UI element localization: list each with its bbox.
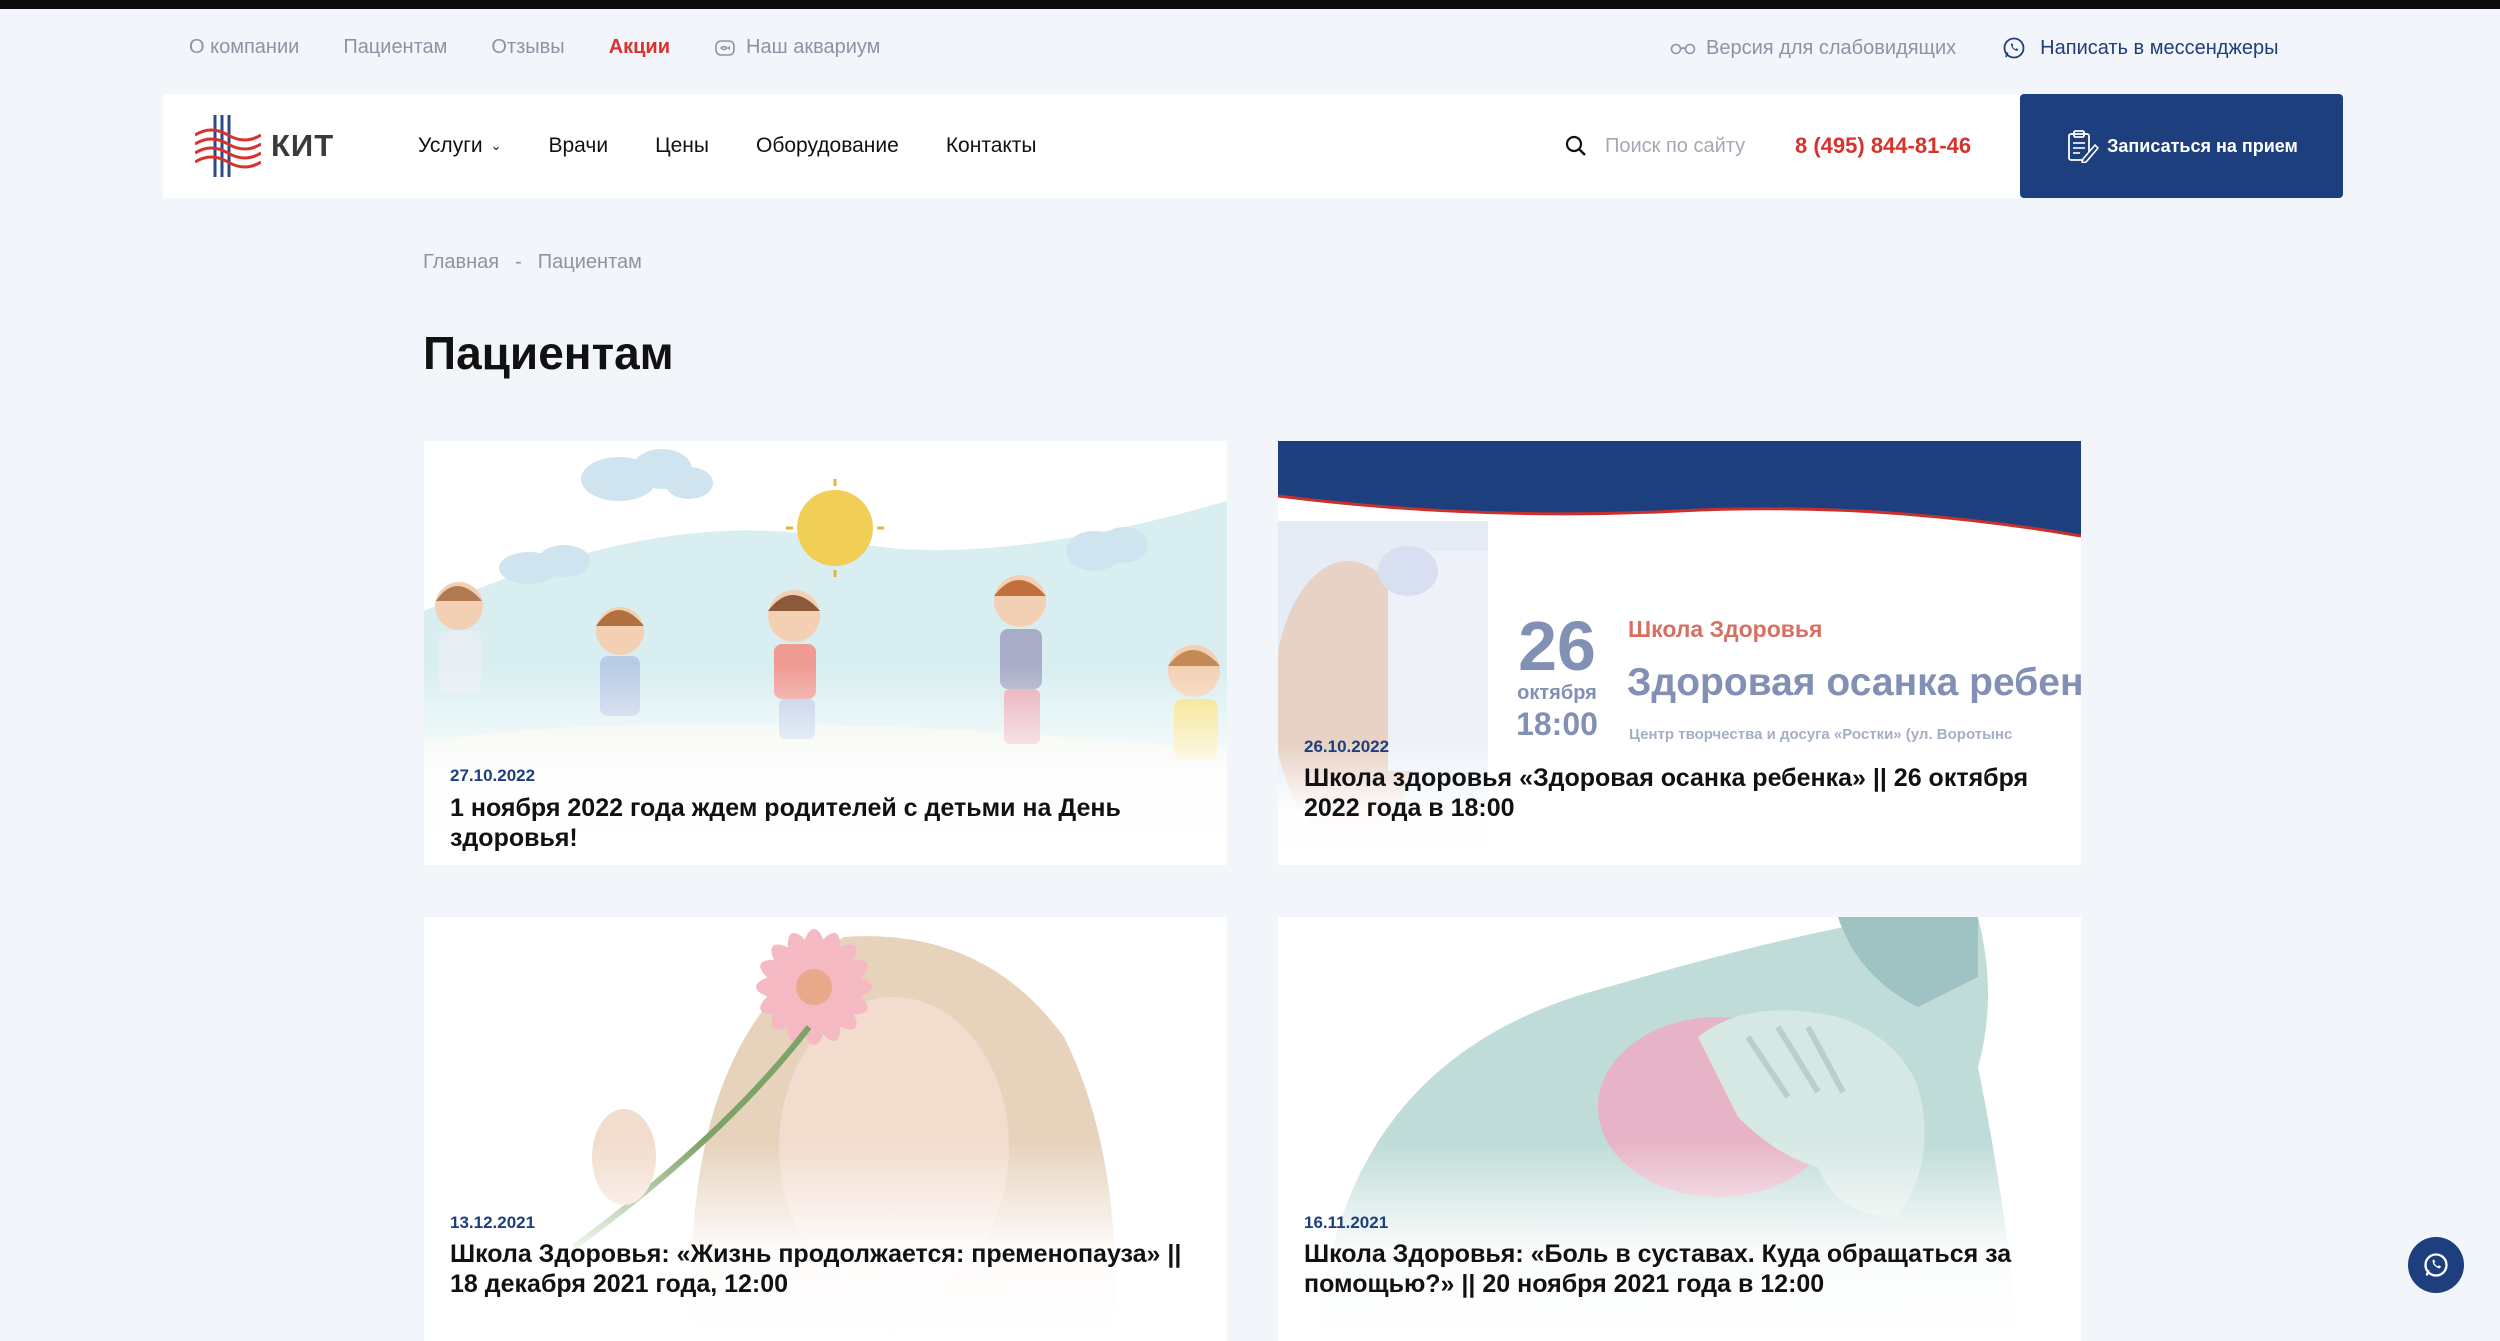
breadcrumb: Главная - Пациентам xyxy=(423,251,642,274)
logo-mark-icon xyxy=(195,115,261,177)
page-title: Пациентам xyxy=(423,327,674,379)
card-date: 16.11.2021 xyxy=(1304,1213,1389,1232)
breadcrumb-separator: - xyxy=(515,251,522,273)
whatsapp-icon xyxy=(2003,37,2025,59)
nav-prices-link[interactable]: Цены xyxy=(655,134,709,158)
messenger-label: Написать в мессенджеры xyxy=(2040,36,2279,59)
nav-reviews-link[interactable]: Отзывы xyxy=(491,36,564,59)
logo-text: КИТ xyxy=(271,128,335,163)
nav-contacts-link[interactable]: Контакты xyxy=(946,134,1037,158)
nav-doctors-link[interactable]: Врачи xyxy=(549,134,609,158)
news-card[interactable]: 16.11.2021 Школа Здоровья: «Боль в суста… xyxy=(1278,917,2081,1341)
nav-promo-link[interactable]: Акции xyxy=(609,36,670,59)
card-date: 13.12.2021 xyxy=(450,1213,536,1232)
banner-venue: Центр творчества и досуга «Ростки» (ул. … xyxy=(1629,726,2013,743)
book-appointment-label: Записаться на прием xyxy=(2107,135,2298,156)
vision-mode-label: Версия для слабовидящих xyxy=(1706,36,1957,59)
glasses-icon xyxy=(1670,43,1696,55)
site-search xyxy=(1565,94,1765,198)
card-title[interactable]: Школа здоровья «Здоровая осанка ребенка»… xyxy=(1304,763,2054,823)
news-card[interactable]: 27.10.2022 1 ноября 2022 года ждем родит… xyxy=(424,441,1227,865)
card-title[interactable]: Школа Здоровья: «Жизнь продолжается: пре… xyxy=(450,1239,1200,1299)
nav-services-label: Услуги xyxy=(418,134,483,157)
main-header: КИТ Услуги ⌄ Врачи Цены Оборудование Кон… xyxy=(163,94,2043,198)
nav-aquarium-link[interactable]: Наш аквариум xyxy=(714,36,880,59)
banner-month: октября xyxy=(1517,682,1597,704)
banner-time: 18:00 xyxy=(1516,706,1598,742)
news-card[interactable]: 13.12.2021 Школа Здоровья: «Жизнь продол… xyxy=(424,917,1227,1341)
main-nav: Услуги ⌄ Врачи Цены Оборудование Контакт… xyxy=(418,94,1084,198)
card-date: 27.10.2022 xyxy=(450,766,536,785)
nav-services-link[interactable]: Услуги ⌄ xyxy=(418,134,502,158)
nav-equipment-link[interactable]: Оборудование xyxy=(756,134,899,158)
nav-patients-link[interactable]: Пациентам xyxy=(343,36,447,59)
utility-nav: О компании Пациентам Отзывы Акции Наш ак… xyxy=(0,36,2500,66)
nav-about-link[interactable]: О компании xyxy=(189,36,299,59)
card-title[interactable]: Школа Здоровья: «Боль в суставах. Куда о… xyxy=(1304,1239,2054,1299)
card-title[interactable]: 1 ноября 2022 года ждем родителей с деть… xyxy=(450,793,1200,853)
news-card[interactable]: 26 октября 18:00 Школа Здоровья Здоровая… xyxy=(1278,441,2081,865)
book-appointment-button[interactable]: Записаться на прием xyxy=(2020,94,2343,198)
banner-date-block: 26 октября 18:00 xyxy=(1502,611,1612,743)
breadcrumb-current: Пациентам xyxy=(537,251,642,273)
site-logo[interactable]: КИТ xyxy=(195,112,335,180)
messenger-link[interactable]: Написать в мессенджеры xyxy=(2002,36,2278,60)
clipboard-icon xyxy=(2068,130,2100,163)
whatsapp-icon xyxy=(2424,1253,2448,1277)
browser-top-edge xyxy=(0,0,2500,9)
search-icon[interactable] xyxy=(1565,135,1587,157)
banner-school: Школа Здоровья xyxy=(1628,616,1823,642)
banner-topic: Здоровая осанка ребен xyxy=(1627,661,2081,704)
floating-chat-button[interactable] xyxy=(2408,1237,2464,1293)
search-input[interactable] xyxy=(1605,134,1765,158)
aquarium-label: Наш аквариум xyxy=(746,36,881,58)
card-date: 26.10.2022 xyxy=(1304,737,1390,756)
chevron-down-icon: ⌄ xyxy=(490,138,502,153)
breadcrumb-home[interactable]: Главная xyxy=(423,251,499,274)
banner-day: 26 xyxy=(1518,607,1596,685)
aquarium-icon xyxy=(715,39,735,56)
phone-link[interactable]: 8 (495) 844-81-46 xyxy=(1795,94,1971,198)
vision-mode-link[interactable]: Версия для слабовидящих xyxy=(1670,37,1956,60)
